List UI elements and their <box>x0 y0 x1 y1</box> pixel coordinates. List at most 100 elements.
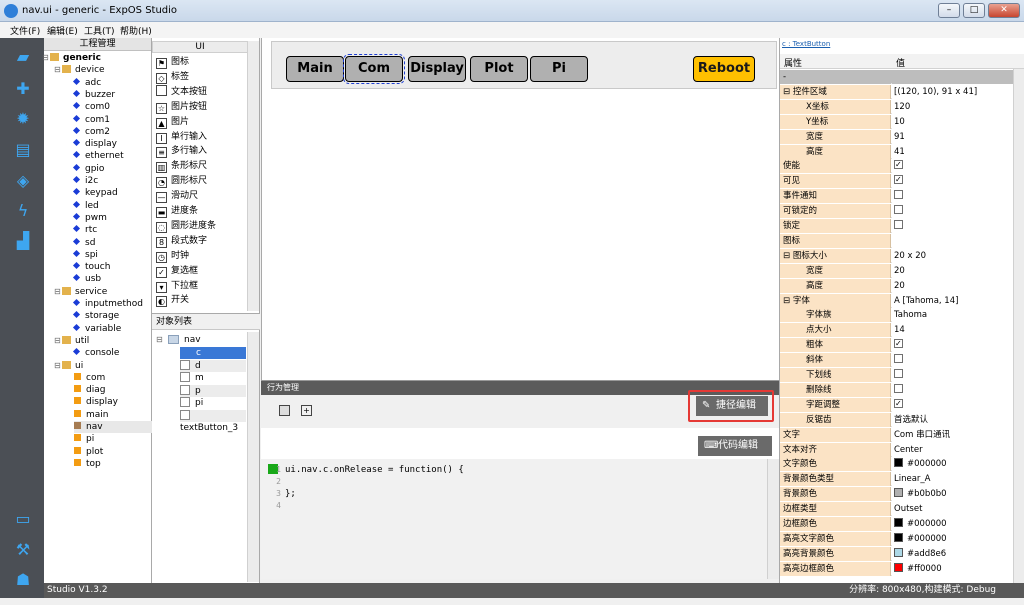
tree-item[interactable]: keypad <box>72 187 118 199</box>
object-item[interactable]: d <box>180 359 246 372</box>
add-icon[interactable]: ✚ <box>13 80 33 98</box>
property-row[interactable]: 字体族 Tahoma <box>780 308 1024 323</box>
property-row[interactable]: 宽度 91 <box>780 129 1024 144</box>
gear-icon[interactable]: ✹ <box>13 110 33 128</box>
palette-item[interactable]: — 滑动尺 <box>156 189 198 204</box>
palette-item[interactable]: ◔ 圆形标尺 <box>156 174 207 189</box>
property-row[interactable]: 宽度 20 <box>780 263 1024 278</box>
menu-edit[interactable]: 编辑(E) <box>47 24 78 37</box>
tree-item[interactable]: nav <box>74 421 154 433</box>
nav-button-display[interactable]: Display <box>408 56 466 82</box>
tree-item[interactable]: usb <box>72 273 101 285</box>
gem-icon[interactable]: ◈ <box>13 172 33 190</box>
property-row[interactable]: 事件通知 <box>780 189 1024 204</box>
flash-icon[interactable]: ϟ <box>13 202 33 220</box>
tree-item[interactable]: buzzer <box>72 89 115 101</box>
palette-item[interactable]: ≡ 多行输入 <box>156 144 207 159</box>
shortcut-edit-button[interactable]: ✎ 捷径编辑 <box>696 396 768 416</box>
code-scrollbar[interactable] <box>767 459 779 579</box>
tree-item[interactable]: i2c <box>72 175 98 187</box>
terminal-icon[interactable]: ▟ <box>13 232 33 250</box>
document-icon[interactable]: ▤ <box>13 141 33 159</box>
property-row[interactable]: 边框颜色 #000000 <box>780 517 1024 531</box>
tree-item[interactable]: top <box>74 458 101 470</box>
property-row[interactable]: X坐标 120 <box>780 99 1024 114</box>
collapse-icon[interactable]: ⊟ <box>54 64 61 76</box>
property-scrollbar[interactable] <box>1013 69 1024 583</box>
monitor-icon[interactable]: ▭ <box>13 510 33 528</box>
palette-item[interactable]: ⚑ 图标 <box>156 55 189 69</box>
tree-item[interactable]: adc <box>72 77 101 89</box>
add-action-icon[interactable]: + <box>301 405 312 416</box>
property-row[interactable]: ⊟ 图标大小 20 x 20 <box>780 248 1024 263</box>
tree-item[interactable]: diag <box>74 384 105 396</box>
property-tab[interactable]: c : TextButton <box>782 40 830 52</box>
property-row[interactable]: 点大小 14 <box>780 323 1024 338</box>
code-edit-button[interactable]: ⌨ 代码编辑 <box>698 436 772 456</box>
property-row[interactable]: 高亮文字颜色 #000000 <box>780 531 1024 546</box>
copy-icon[interactable] <box>279 405 290 416</box>
property-row[interactable]: 文字 Com 串口通讯 <box>780 427 1024 442</box>
tree-item[interactable]: display <box>72 138 117 150</box>
property-row[interactable]: 粗体 <box>780 338 1024 353</box>
property-row[interactable]: ⊟ 控件区域 [(120, 10), 91 x 41] <box>780 84 1024 99</box>
tree-item[interactable]: ⊟ ui <box>54 360 83 372</box>
object-item[interactable]: c <box>180 347 246 359</box>
tree-item[interactable]: ethernet <box>72 150 124 162</box>
collapse-icon[interactable]: ⊟ <box>42 52 49 64</box>
palette-item[interactable]: 文本按钮 <box>156 84 207 99</box>
tree-item[interactable]: variable <box>72 323 121 335</box>
visibility-checkbox[interactable] <box>180 397 190 407</box>
property-checkbox[interactable] <box>894 174 903 187</box>
visibility-checkbox[interactable] <box>180 359 190 370</box>
property-row[interactable]: 可锁定的 <box>780 204 1024 219</box>
hammer-icon[interactable]: ⚒ <box>13 541 33 559</box>
folder-icon[interactable]: ▰ <box>13 48 33 66</box>
palette-item[interactable]: ◇ 标签 <box>156 70 189 84</box>
tree-item[interactable]: pi <box>74 433 94 445</box>
tree-item[interactable]: storage <box>72 310 119 322</box>
tree-item[interactable]: ⊟ service <box>54 286 107 298</box>
palette-item[interactable]: I 单行输入 <box>156 130 207 144</box>
property-row[interactable]: 背景颜色类型 Linear_A <box>780 472 1024 487</box>
object-item[interactable]: pi <box>180 397 246 409</box>
property-checkbox[interactable] <box>894 383 903 393</box>
visibility-checkbox[interactable] <box>180 384 190 395</box>
tree-item[interactable]: ⊟ device <box>54 64 105 76</box>
property-checkbox[interactable] <box>894 190 903 200</box>
object-item[interactable]: textButton_3 <box>180 409 246 433</box>
minimize-button[interactable]: – <box>938 3 960 18</box>
property-checkbox[interactable] <box>894 205 903 215</box>
menu-tools[interactable]: 工具(T) <box>84 24 115 37</box>
bug-icon[interactable]: ☗ <box>13 571 33 589</box>
palette-item[interactable]: ☆ 图片按钮 <box>156 100 207 114</box>
tree-item[interactable]: rtc <box>72 224 97 236</box>
code-line[interactable]: }; <box>285 488 296 500</box>
tree-item[interactable]: console <box>72 347 119 359</box>
tree-item[interactable]: pwm <box>72 212 107 224</box>
property-row[interactable]: 高亮边框颜色 #ff0000 <box>780 561 1024 576</box>
tree-item[interactable]: com <box>74 372 105 384</box>
property-row[interactable]: 边框类型 Outset <box>780 502 1024 517</box>
property-checkbox[interactable] <box>894 398 903 411</box>
property-row[interactable]: 锁定 <box>780 219 1024 233</box>
tree-item[interactable]: ⊟ util <box>54 335 89 347</box>
menu-help[interactable]: 帮助(H) <box>120 24 152 37</box>
property-row[interactable]: 斜体 <box>780 353 1024 368</box>
property-checkbox[interactable] <box>894 354 903 364</box>
property-checkbox[interactable] <box>894 369 903 378</box>
collapse-icon[interactable]: ⊟ <box>54 335 61 347</box>
object-item[interactable]: p <box>180 384 246 397</box>
object-item[interactable]: m <box>180 372 246 384</box>
collapse-icon[interactable]: ⊟ <box>54 360 61 372</box>
code-line[interactable]: ui.nav.c.onRelease = function() { <box>285 464 464 476</box>
property-row[interactable]: Y坐标 10 <box>780 114 1024 129</box>
property-row[interactable]: 可见 <box>780 174 1024 189</box>
property-checkbox[interactable] <box>894 338 903 351</box>
tree-item[interactable]: com0 <box>72 101 110 113</box>
nav-button-main[interactable]: Main <box>286 56 344 82</box>
property-row[interactable]: 背景颜色 #b0b0b0 <box>780 487 1024 502</box>
property-row[interactable]: ⊟ 字体 A [Tahoma, 14] <box>780 293 1024 308</box>
tree-item[interactable]: com1 <box>72 114 110 126</box>
property-row[interactable]: 字距调整 <box>780 397 1024 412</box>
